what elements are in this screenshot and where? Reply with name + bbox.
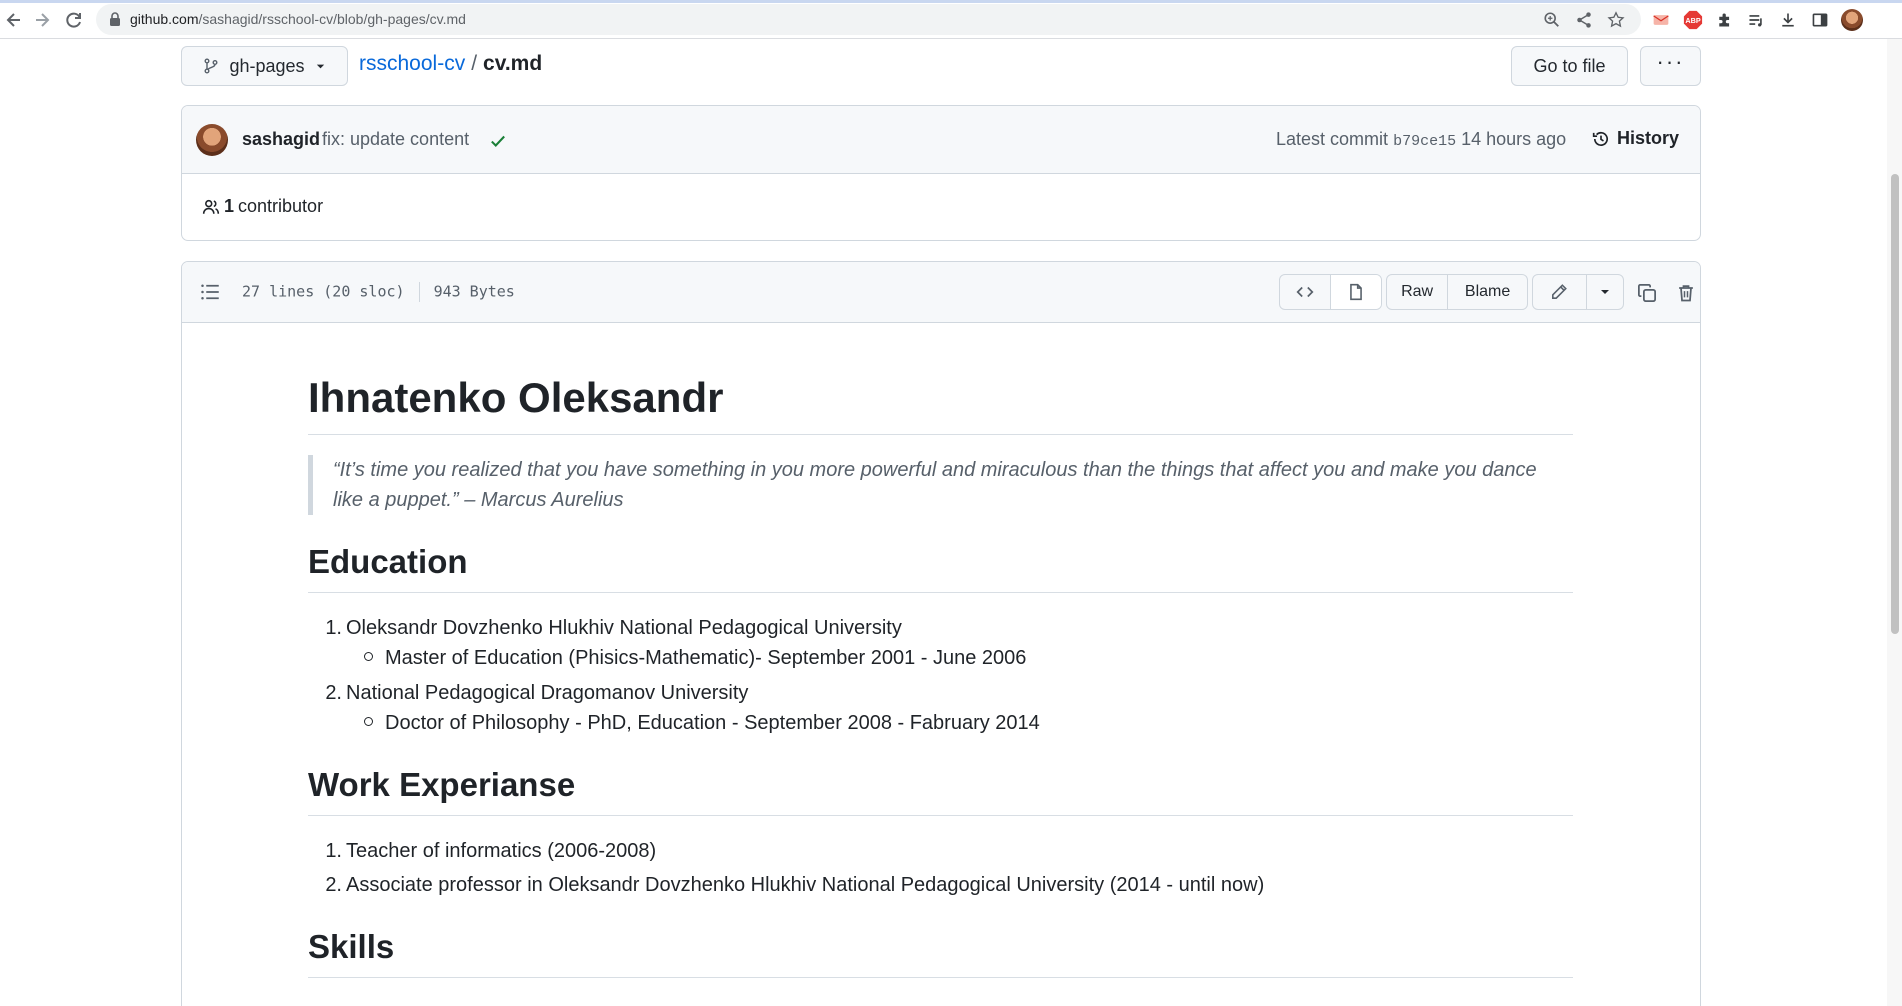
contributors-link[interactable]: 1 contributor <box>202 196 323 217</box>
puzzle-icon <box>1719 13 1730 27</box>
back-button[interactable] <box>0 6 28 34</box>
history-icon <box>1592 131 1609 146</box>
mail-extension-icon <box>1653 15 1669 25</box>
list-marker: 2. <box>325 874 342 896</box>
quote-text-1: “It’s time you realized that you have so… <box>333 459 1537 481</box>
skills-heading: Skills <box>308 928 395 965</box>
list-marker: 1. <box>325 840 342 862</box>
education-subitem-1-text: Master of Education (Phisics-Mathematic)… <box>385 647 1027 669</box>
svg-text:ABP: ABP <box>1685 16 1700 25</box>
work-item-1: 1. Teacher of informatics (2006-2008) <box>318 840 656 863</box>
side-panel-icon <box>1812 13 1828 27</box>
arrow-right-icon <box>36 13 50 27</box>
bookmark-button[interactable] <box>1606 10 1626 30</box>
education-item-2: 2. National Pedagogical Dragomanov Univer… <box>318 682 748 705</box>
copy-button[interactable] <box>1636 282 1658 304</box>
skills-rule <box>308 977 1573 978</box>
list-marker: 2. <box>325 682 342 704</box>
triangle-down-icon <box>1600 290 1609 294</box>
education-subitem-2: Doctor of Philosophy - PhD, Education - … <box>364 712 1040 735</box>
work-item-2: 2. Associate professor in Oleksandr Dovzh… <box>318 874 1264 897</box>
work-item-1-text: Teacher of informatics (2006-2008) <box>346 840 657 862</box>
extension-adblock-button[interactable]: ABP <box>1682 9 1704 31</box>
reading-list-button[interactable] <box>1745 9 1767 31</box>
work-rule <box>308 815 1573 816</box>
education-subitem-1: Master of Education (Phisics-Mathematic)… <box>364 647 1026 670</box>
reload-icon <box>66 12 81 28</box>
work-item-2-text: Associate professor in Oleksandr Dovzhen… <box>346 874 1265 896</box>
share-icon <box>1577 12 1591 28</box>
people-icon <box>202 199 220 214</box>
download-icon <box>1782 13 1794 27</box>
trash-icon <box>1679 285 1693 302</box>
quote-text-2: like a puppet.” – Marcus Aurelius <box>333 489 624 511</box>
outline-list-icon[interactable] <box>200 282 220 302</box>
circle-bullet <box>364 652 373 662</box>
delete-button[interactable] <box>1675 282 1697 304</box>
adblock-icon: ABP <box>1683 10 1703 30</box>
education-item-2-text: National Pedagogical Dragomanov Universi… <box>346 682 749 704</box>
markdown-content: Ihnatenko Oleksandr “It’s time you reali… <box>308 0 1573 1006</box>
more-options-button[interactable]: ··· <box>1640 46 1701 86</box>
downloads-button[interactable] <box>1777 9 1799 31</box>
heading-rule <box>308 434 1573 435</box>
playlist-icon <box>1749 15 1762 27</box>
education-rule <box>308 592 1573 593</box>
education-heading: Education <box>308 543 468 580</box>
git-branch-icon <box>204 58 218 74</box>
side-panel-button[interactable] <box>1809 9 1831 31</box>
circle-bullet <box>364 717 373 727</box>
education-item-1: 1. Oleksandr Dovzhenko Hlukhiv National P… <box>318 617 902 640</box>
extension-gmail-button[interactable] <box>1650 9 1672 31</box>
education-subitem-2-text: Doctor of Philosophy - PhD, Education - … <box>385 712 1040 734</box>
branch-name: gh-pages <box>229 55 305 76</box>
share-button[interactable] <box>1574 10 1594 30</box>
education-item-1-text: Oleksandr Dovzhenko Hlukhiv National Ped… <box>346 617 902 639</box>
author-avatar[interactable] <box>196 124 228 156</box>
work-heading: Work Experianse <box>308 766 576 803</box>
copy-icon <box>1638 284 1656 302</box>
contributors-count: 1 <box>224 196 235 216</box>
quote-block: “It’s time you realized that you have so… <box>308 455 1573 515</box>
cv-heading: Ihnatenko Oleksandr <box>308 374 724 421</box>
lock-icon <box>110 12 120 26</box>
url-host: github.com <box>130 11 199 27</box>
page-scrollbar[interactable] <box>1887 39 1902 1006</box>
star-icon <box>1607 11 1625 28</box>
reload-button[interactable] <box>60 6 88 34</box>
scrollbar-thumb[interactable] <box>1891 174 1899 634</box>
edit-dropdown-button[interactable] <box>1585 275 1623 309</box>
extensions-button[interactable] <box>1714 9 1736 31</box>
profile-button[interactable] <box>1841 9 1863 31</box>
list-marker: 1. <box>325 617 342 639</box>
history-label: History <box>1617 128 1680 148</box>
arrow-left-icon <box>6 13 20 27</box>
forward-button[interactable] <box>28 6 56 34</box>
history-link[interactable]: History <box>1592 128 1679 149</box>
profile-avatar-icon <box>1841 9 1863 31</box>
